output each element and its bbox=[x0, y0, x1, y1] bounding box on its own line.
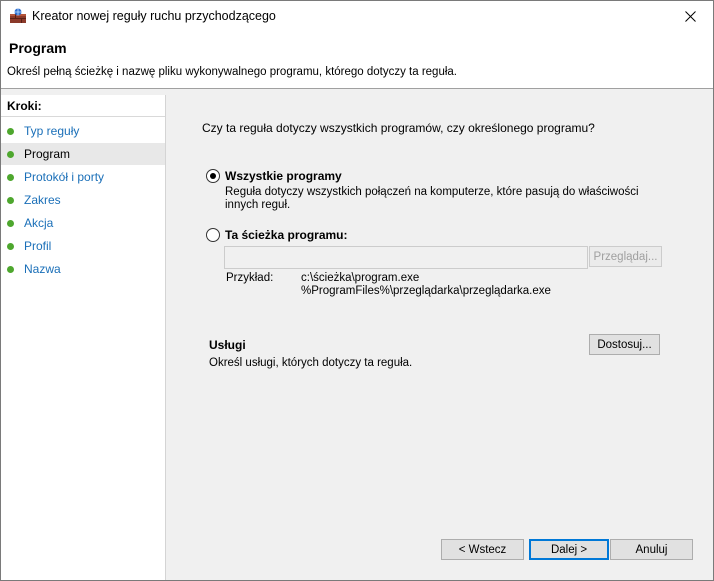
step-action[interactable]: Akcja bbox=[1, 212, 165, 234]
next-button[interactable]: Dalej > bbox=[529, 539, 609, 560]
window-title: Kreator nowej reguły ruchu przychodząceg… bbox=[32, 9, 276, 23]
program-path-input[interactable] bbox=[224, 246, 588, 269]
cancel-button[interactable]: Anuluj bbox=[610, 539, 693, 560]
back-button[interactable]: < Wstecz bbox=[441, 539, 524, 560]
step-status-dot bbox=[7, 128, 14, 135]
step-status-dot bbox=[7, 197, 14, 204]
title-bar: Kreator nowej reguły ruchu przychodząceg… bbox=[1, 1, 713, 32]
customize-button[interactable]: Dostosuj... bbox=[589, 334, 660, 355]
all-programs-label[interactable]: Wszystkie programy bbox=[225, 169, 342, 183]
close-button[interactable] bbox=[667, 1, 713, 32]
step-protocol-ports[interactable]: Protokół i porty bbox=[1, 166, 165, 188]
step-label: Protokół i porty bbox=[24, 170, 105, 184]
step-label: Nazwa bbox=[24, 262, 61, 276]
step-label: Program bbox=[24, 147, 71, 161]
program-path-label[interactable]: Ta ścieżka programu: bbox=[225, 228, 347, 242]
example-label: Przykład: bbox=[226, 272, 274, 284]
main-content: Czy ta reguła dotyczy wszystkich program… bbox=[166, 96, 713, 536]
services-title: Usługi bbox=[209, 338, 246, 352]
browse-button[interactable]: Przeglądaj... bbox=[589, 246, 662, 267]
steps-panel: Kroki: Typ reguły Program Protokół i por… bbox=[1, 95, 166, 580]
example-values: c:\ścieżka\program.exe %ProgramFiles%\pr… bbox=[301, 272, 551, 298]
step-label: Akcja bbox=[24, 216, 54, 230]
page-description: Określ pełną ścieżkę i nazwę pliku wykon… bbox=[7, 66, 457, 78]
step-label: Typ reguły bbox=[24, 124, 80, 138]
step-label: Profil bbox=[24, 239, 52, 253]
close-icon bbox=[684, 11, 696, 22]
example-path-2: %ProgramFiles%\przeglądarka\przeglądarka… bbox=[301, 285, 551, 297]
step-program[interactable]: Program bbox=[1, 143, 165, 165]
program-path-radio[interactable] bbox=[206, 228, 220, 242]
wizard-window: Kreator nowej reguły ruchu przychodząceg… bbox=[0, 0, 714, 581]
step-profile[interactable]: Profil bbox=[1, 235, 165, 257]
step-name[interactable]: Nazwa bbox=[1, 258, 165, 280]
all-programs-radio[interactable] bbox=[206, 169, 220, 183]
example-path-1: c:\ścieżka\program.exe bbox=[301, 272, 420, 284]
all-programs-description: Reguła dotyczy wszystkich połączeń na ko… bbox=[225, 186, 639, 211]
step-status-dot bbox=[7, 151, 14, 158]
step-status-dot bbox=[7, 266, 14, 273]
page-header: Program Określ pełną ścieżkę i nazwę pli… bbox=[1, 32, 713, 89]
services-description: Określ usługi, których dotyczy ta reguła… bbox=[209, 357, 413, 369]
steps-heading-label: Kroki: bbox=[7, 99, 42, 113]
step-status-dot bbox=[7, 220, 14, 227]
step-rule-type[interactable]: Typ reguły bbox=[1, 120, 165, 142]
step-scope[interactable]: Zakres bbox=[1, 189, 165, 211]
question-text: Czy ta reguła dotyczy wszystkich program… bbox=[202, 121, 595, 135]
steps-heading: Kroki: bbox=[1, 95, 165, 117]
step-status-dot bbox=[7, 174, 14, 181]
step-status-dot bbox=[7, 243, 14, 250]
step-label: Zakres bbox=[24, 193, 61, 207]
page-title: Program bbox=[9, 40, 67, 56]
firewall-app-icon bbox=[9, 8, 27, 24]
